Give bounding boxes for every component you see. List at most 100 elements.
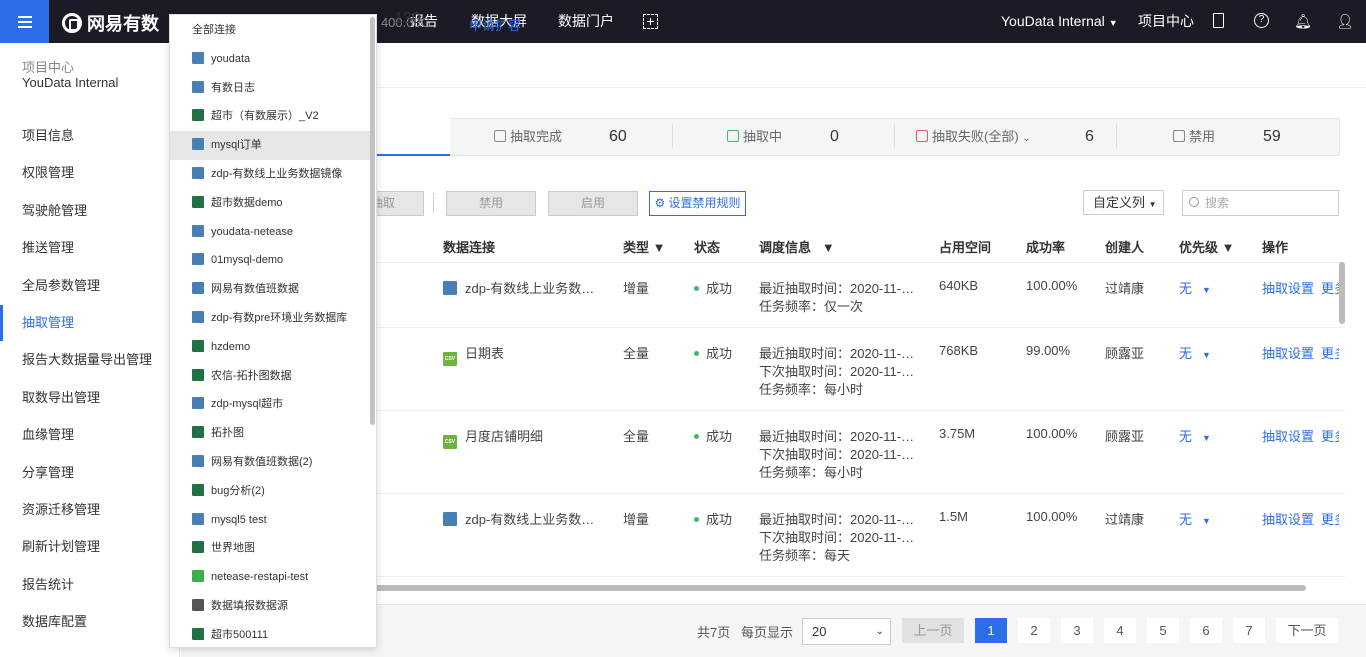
- sidebar-item[interactable]: 资源迁移管理⌄: [0, 492, 180, 528]
- prev-page-button[interactable]: 上一页: [902, 618, 964, 643]
- excel-file-icon: [192, 368, 204, 381]
- dropdown-option[interactable]: 01mysql-demo: [170, 246, 370, 275]
- more-actions-link[interactable]: 更多: [1321, 343, 1339, 362]
- page-button[interactable]: 5: [1147, 618, 1179, 643]
- stat-disabled[interactable]: 禁用 59: [1173, 118, 1323, 155]
- dropdown-option[interactable]: 超市500111: [170, 621, 370, 647]
- page-button[interactable]: 4: [1104, 618, 1136, 643]
- row-divider: [360, 576, 1345, 577]
- sidebar-item[interactable]: 抽取管理: [0, 305, 180, 341]
- dropdown-option[interactable]: 全部连接: [170, 16, 370, 45]
- page-button[interactable]: 3: [1061, 618, 1093, 643]
- page-button[interactable]: 7: [1233, 618, 1265, 643]
- table-horizontal-scrollbar[interactable]: [360, 585, 1306, 591]
- apply-expansion-link[interactable]: 申请扩容: [469, 15, 521, 34]
- table-cell-connection[interactable]: zdp-有数线上业务数…: [443, 509, 594, 528]
- nav-portal[interactable]: 数据门户: [558, 0, 614, 43]
- disable-button[interactable]: 禁用: [446, 191, 536, 216]
- extract-settings-link[interactable]: 抽取设置: [1262, 509, 1314, 528]
- dropdown-option[interactable]: 拓扑图: [170, 419, 370, 448]
- dropdown-option[interactable]: 网易有数值班数据: [170, 275, 370, 304]
- nav-project-center[interactable]: 项目中心: [1138, 0, 1194, 43]
- dropdown-option[interactable]: mysql5 test: [170, 506, 370, 535]
- dropdown-option[interactable]: 数据填报数据源: [170, 592, 370, 621]
- filter-icon[interactable]: ▼: [1222, 240, 1235, 255]
- table-vertical-scrollbar[interactable]: [1339, 262, 1345, 324]
- custom-columns-select[interactable]: 自定义列 ▼: [1083, 190, 1164, 215]
- stat-running[interactable]: 抽取中 0: [727, 118, 887, 155]
- page-button[interactable]: 6: [1190, 618, 1222, 643]
- filter-icon[interactable]: ▼: [822, 240, 835, 255]
- mobile-icon[interactable]: [1213, 13, 1224, 28]
- disable-rule-button[interactable]: ⚙︎ 设置禁用规则: [649, 191, 746, 216]
- dropdown-option[interactable]: youdata: [170, 45, 370, 74]
- sidebar-item[interactable]: 推送管理⌄: [0, 230, 180, 266]
- dropdown-option[interactable]: zdp-有数线上业务数据镜像: [170, 160, 370, 189]
- help-icon[interactable]: ?: [1254, 13, 1269, 28]
- col-type[interactable]: 类型 ▼: [623, 237, 666, 256]
- add-icon[interactable]: +: [643, 14, 658, 29]
- sidebar-item[interactable]: 分享管理: [0, 455, 180, 491]
- stat-disabled-value: 59: [1263, 128, 1281, 145]
- dropdown-option[interactable]: mysql订单: [170, 131, 370, 161]
- more-actions-link[interactable]: 更多: [1321, 509, 1339, 528]
- stat-failed-label: 抽取失败(全部): [932, 129, 1019, 144]
- sidebar-item[interactable]: 刷新计划管理: [0, 529, 180, 565]
- stat-completed-label: 抽取完成: [510, 129, 563, 144]
- bell-icon[interactable]: 🔔︎: [1294, 12, 1312, 30]
- col-schedule[interactable]: 调度信息 ▼: [759, 237, 835, 256]
- sidebar-item[interactable]: 取数导出管理⌄: [0, 380, 180, 416]
- next-page-button[interactable]: 下一页: [1276, 618, 1338, 643]
- dropdown-option[interactable]: zdp-有数pre环境业务数据库: [170, 304, 370, 333]
- priority-select[interactable]: 无 ▼: [1179, 278, 1211, 297]
- dropdown-option[interactable]: bug分析(2): [170, 477, 370, 506]
- sidebar-item[interactable]: 权限管理⌄: [0, 155, 180, 191]
- filter-icon[interactable]: ▼: [653, 240, 666, 255]
- dropdown-option[interactable]: 农信-拓扑图数据: [170, 362, 370, 391]
- stat-failed[interactable]: 抽取失败(全部) ⌄ 6: [916, 118, 1106, 155]
- dropdown-scrollbar[interactable]: [370, 17, 375, 425]
- priority-select[interactable]: 无 ▼: [1179, 426, 1211, 445]
- priority-select[interactable]: 无 ▼: [1179, 509, 1211, 528]
- page-button[interactable]: 1: [975, 618, 1007, 643]
- status-dot-icon: [694, 517, 699, 522]
- brand-logo[interactable]: 网易有数: [62, 10, 159, 36]
- extract-settings-link[interactable]: 抽取设置: [1262, 426, 1314, 445]
- dropdown-option[interactable]: zdp-mysql超市: [170, 390, 370, 419]
- enable-button[interactable]: 启用: [548, 191, 638, 216]
- sidebar-item[interactable]: 数据库配置: [0, 604, 180, 640]
- org-switcher[interactable]: YouData Internal ▼: [1001, 0, 1118, 43]
- extract-settings-link[interactable]: 抽取设置: [1262, 278, 1314, 297]
- project-name[interactable]: YouData Internal: [22, 75, 118, 90]
- per-page-select[interactable]: 20 ⌄: [802, 618, 891, 645]
- search-input[interactable]: 搜索: [1182, 190, 1339, 216]
- sidebar-item[interactable]: 全局参数管理: [0, 268, 180, 304]
- dropdown-option[interactable]: 有数日志: [170, 74, 370, 103]
- dropdown-option-label: 超市500111: [211, 628, 269, 641]
- stat-total[interactable]: 130: [394, 0, 444, 37]
- page-button[interactable]: 2: [1018, 618, 1050, 643]
- table-cell-connection[interactable]: zdp-有数线上业务数…: [443, 278, 594, 297]
- dropdown-option[interactable]: 网易有数值班数据(2): [170, 448, 370, 477]
- dropdown-option[interactable]: 超市（有数展示）_V2: [170, 102, 370, 131]
- more-actions-link[interactable]: 更多: [1321, 278, 1339, 297]
- sidebar-item[interactable]: 报告大数据量导出管理: [0, 342, 180, 378]
- more-actions-link[interactable]: 更多: [1321, 426, 1339, 445]
- menu-toggle-button[interactable]: [0, 0, 49, 43]
- table-cell-connection[interactable]: CSV 日期表: [443, 343, 504, 366]
- priority-select[interactable]: 无 ▼: [1179, 343, 1211, 362]
- dropdown-option[interactable]: hzdemo: [170, 333, 370, 362]
- col-priority[interactable]: 优先级 ▼: [1179, 237, 1235, 256]
- dropdown-option[interactable]: youdata-netease: [170, 218, 370, 247]
- extract-settings-link[interactable]: 抽取设置: [1262, 343, 1314, 362]
- dropdown-option[interactable]: 超市数据demo: [170, 189, 370, 218]
- stat-completed[interactable]: 抽取完成 60: [494, 118, 654, 155]
- sidebar-item[interactable]: 项目信息: [0, 118, 180, 154]
- sidebar-item[interactable]: 血缘管理: [0, 417, 180, 453]
- sidebar-item[interactable]: 报告统计⌄: [0, 567, 180, 603]
- dropdown-option[interactable]: netease-restapi-test: [170, 563, 370, 592]
- table-cell-connection[interactable]: CSV 月度店铺明细: [443, 426, 543, 449]
- dropdown-option[interactable]: 世界地图: [170, 534, 370, 563]
- sidebar-item[interactable]: 驾驶舱管理: [0, 193, 180, 229]
- user-icon[interactable]: 👤︎: [1336, 12, 1354, 30]
